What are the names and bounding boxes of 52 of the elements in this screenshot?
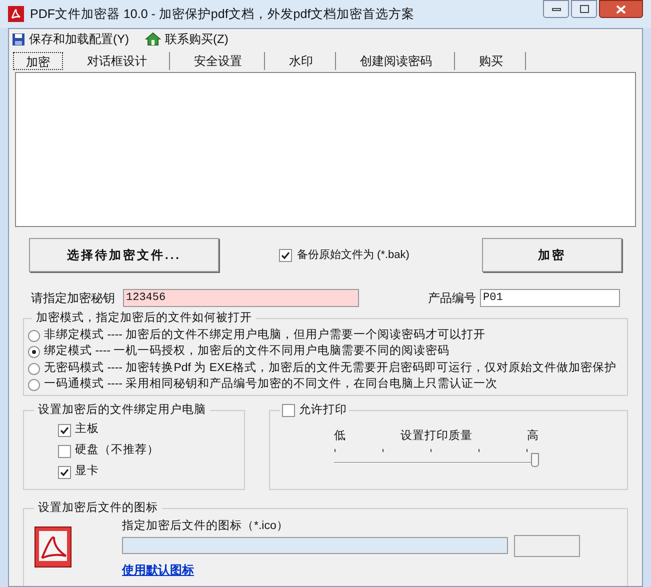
radio-button[interactable] [28,330,40,342]
checkbox-label: 硬盘（不推荐） [75,442,159,458]
tab[interactable]: 对话框设计 [65,52,170,70]
close-icon [616,4,626,14]
radio-button[interactable] [28,379,40,391]
field-label: 产品编号 [428,290,476,307]
product-field[interactable]: P01 [480,289,620,307]
checkbox-label: 显卡 [75,464,99,480]
tab[interactable]: 水印 [267,52,336,70]
tab[interactable]: 购买 [457,52,526,70]
radio-button[interactable] [28,362,40,374]
checkbox[interactable] [58,466,71,478]
checkbox[interactable] [282,404,295,418]
minimize-button[interactable] [543,0,569,18]
checkbox-label: 允许打印 [299,402,347,418]
house-icon [145,32,161,46]
icon-path-field[interactable] [122,537,508,554]
radio-label: 一码通模式 ---- 采用相同秘钥和产品编号加密的不同文件，在同台电脑上只需认证一次 [44,376,498,392]
slider-thumb[interactable] [531,452,539,467]
pdf-file-icon [34,526,72,568]
group-title: 设置加密后文件的图标 [37,500,159,516]
slider-caption: 设置打印质量 [400,428,472,444]
window-title: PDF文件加密器 10.0 - 加密保护pdf文档，外发pdf文档加密首选方案 [30,6,415,23]
pdf-logo-icon [8,6,24,22]
radio-label: 非绑定模式 ---- 加密后的文件不绑定用户电脑，但用户需要一个阅读密码才可以打开 [44,327,486,343]
radio-button[interactable] [28,346,40,358]
field-label: 指定加密后文件的图标（*.ico） [122,518,290,534]
group-title: 设置加密后的文件绑定用户电脑 [37,402,207,418]
default-icon-link[interactable]: 使用默认图标 [122,560,580,579]
close-button[interactable] [599,0,643,18]
radio-label: 无密码模式 ---- 加密转换Pdf 为 EXE格式，加密后的文件无需要开启密码即可运行，仅对原始文件做加密保护 [44,360,616,376]
checkbox[interactable] [279,248,292,262]
checkbox[interactable] [58,444,71,458]
tab[interactable]: 安全设置 [172,52,265,70]
key-field[interactable]: 123456 [123,289,359,307]
checkbox[interactable] [58,424,71,436]
menu-item[interactable]: 保存和加载配置(Y) [29,30,129,48]
encrypt-button[interactable]: 加密 [482,238,622,272]
radio-label: 绑定模式 ---- 一机一码授权，加密后的文件不同用户电脑需要不同的阅读密码 [44,343,450,360]
group-title: 加密模式，指定加密后的文件如何被打开 [35,310,253,326]
maximize-button[interactable] [571,0,597,18]
slider-label: 高 [527,428,539,444]
slider-label: 低 [334,428,346,444]
select-file-button[interactable]: 选择待加密文件... [29,238,219,272]
field-label: 请指定加密秘钥 [31,290,115,307]
browse-button[interactable] [514,534,580,557]
quality-slider[interactable] [334,446,539,469]
checkbox-label: 备份原始文件为 (*.bak) [297,248,410,263]
tab[interactable]: 加密 [13,52,63,70]
tab[interactable]: 创建阅读密码 [338,52,455,70]
menu-item[interactable]: 联系购买(Z) [165,30,228,48]
checkbox-label: 主板 [75,421,99,438]
